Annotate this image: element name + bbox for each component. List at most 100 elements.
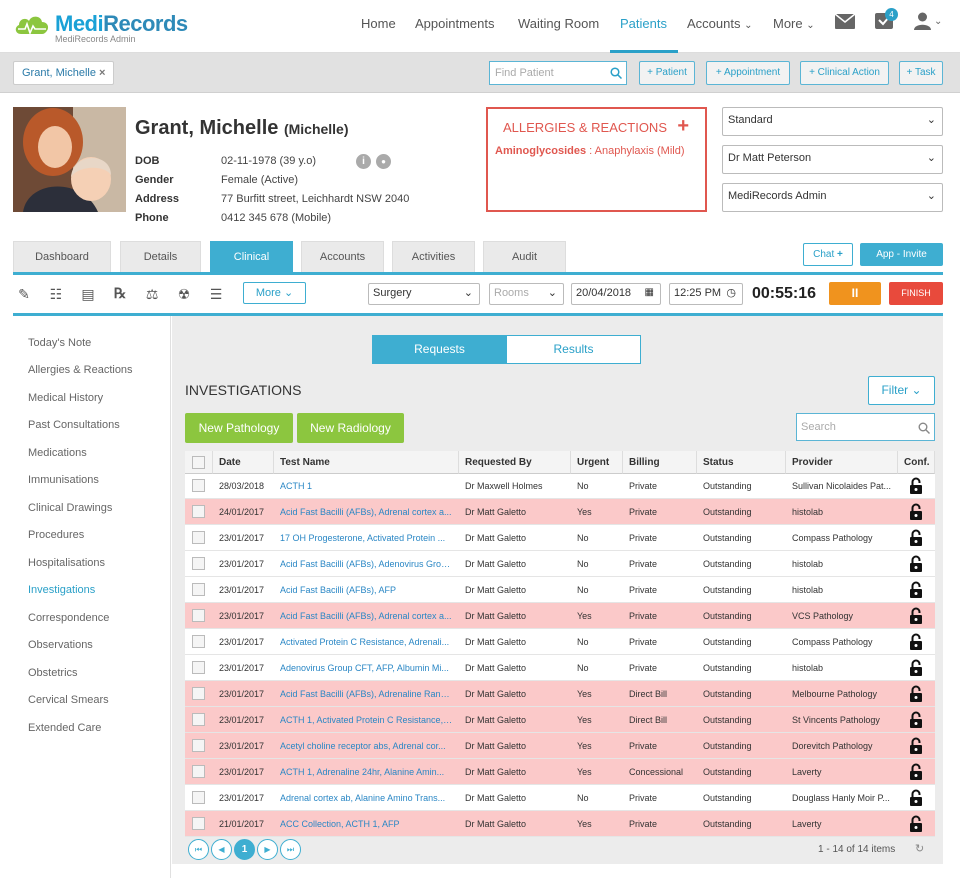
sidenav-obstetrics[interactable]: Obstetrics <box>28 667 78 679</box>
row-checkbox[interactable] <box>192 765 205 778</box>
tab-details[interactable]: Details <box>120 241 201 272</box>
sidenav-investigations[interactable]: Investigations <box>28 584 95 596</box>
table-row[interactable]: 23/01/2017 Acid Fast Bacilli (AFBs), Adre… <box>185 603 935 629</box>
table-row[interactable]: 23/01/2017 Adenovirus Group CFT, AFP, Alb… <box>185 655 935 681</box>
info-icon[interactable]: i <box>356 154 371 169</box>
cell-test-name[interactable]: ACTH 1, Adrenaline 24hr, Alanine Amin... <box>274 759 459 785</box>
sidenav-correspondence[interactable]: Correspondence <box>28 612 109 624</box>
find-patient-input[interactable]: Find Patient <box>489 61 627 85</box>
prescription-icon[interactable]: ℞ <box>111 285 129 303</box>
practice-select[interactable]: MediRecords Admin ⌄ <box>722 183 943 212</box>
table-row[interactable]: 23/01/2017 Acid Fast Bacilli (AFBs), AFP D… <box>185 577 935 603</box>
sidenav-todays-note[interactable]: Today's Note <box>28 337 91 349</box>
lock-icon[interactable] <box>909 581 923 598</box>
patient-chip[interactable]: Grant, Michelle × <box>13 61 115 85</box>
lock-icon[interactable] <box>909 737 923 754</box>
time-input[interactable]: 12:25 PM ◷ <box>669 283 743 305</box>
column-date[interactable]: Date <box>213 451 274 474</box>
cell-test-name[interactable]: Activated Protein C Resistance, Adrenali… <box>274 629 459 655</box>
requests-toggle[interactable]: Requests <box>372 335 507 364</box>
last-page-button[interactable]: ⏭ <box>280 839 301 860</box>
sidenav-hospitalisations[interactable]: Hospitalisations <box>28 557 105 569</box>
cell-test-name[interactable]: Acetyl choline receptor abs, Adrenal cor… <box>274 733 459 759</box>
column-provider[interactable]: Provider <box>786 451 898 474</box>
lock-icon[interactable] <box>909 529 923 546</box>
radiology-icon[interactable]: ☢ <box>175 285 193 303</box>
results-toggle[interactable]: Results <box>506 335 641 364</box>
pause-button[interactable]: II <box>829 282 881 305</box>
cell-test-name[interactable]: Acid Fast Bacilli (AFBs), Adrenal cortex… <box>274 499 459 525</box>
column-status[interactable]: Status <box>697 451 786 474</box>
tab-clinical[interactable]: Clinical <box>210 241 293 272</box>
add-patient-button[interactable]: + Patient <box>639 61 695 85</box>
sidenav-procedures[interactable]: Procedures <box>28 529 84 541</box>
add-task-button[interactable]: + Task <box>899 61 943 85</box>
lock-icon[interactable] <box>909 789 923 806</box>
page-button[interactable]: 1 <box>234 839 255 860</box>
sidenav-extended-care[interactable]: Extended Care <box>28 722 101 734</box>
doctor-select[interactable]: Dr Matt Peterson ⌄ <box>722 145 943 174</box>
row-checkbox[interactable] <box>192 713 205 726</box>
cell-test-name[interactable]: Adrenal cortex ab, Alanine Amino Trans..… <box>274 785 459 811</box>
medirecords-logo[interactable]: MediRecords MediRecords Admin <box>13 9 188 45</box>
tab-activities[interactable]: Activities <box>392 241 475 272</box>
lock-icon[interactable] <box>909 685 923 702</box>
row-checkbox[interactable] <box>192 817 205 830</box>
table-row[interactable]: 28/03/2018 ACTH 1 Dr Maxwell Holmes No Priva… <box>185 473 935 499</box>
lock-icon[interactable] <box>909 503 923 520</box>
user-icon[interactable] <box>914 12 931 30</box>
sidenav-immunisations[interactable]: Immunisations <box>28 474 99 486</box>
layers-icon[interactable]: ☰ <box>207 285 225 303</box>
cell-test-name[interactable]: ACTH 1 <box>274 473 459 499</box>
next-page-button[interactable]: ▶ <box>257 839 278 860</box>
report-icon[interactable]: ▤ <box>79 285 97 303</box>
clock-icon[interactable]: ◷ <box>726 286 736 299</box>
close-icon[interactable]: × <box>99 67 105 79</box>
table-row[interactable]: 23/01/2017 Adrenal cortex ab, Alanine Ami… <box>185 785 935 811</box>
table-row[interactable]: 23/01/2017 Acetyl choline receptor abs, A… <box>185 733 935 759</box>
add-clinical-action-button[interactable]: + Clinical Action <box>800 61 889 85</box>
lock-icon[interactable] <box>909 711 923 728</box>
cell-test-name[interactable]: 17 OH Progesterone, Activated Protein ..… <box>274 525 459 551</box>
filter-button[interactable]: Filter ⌄ <box>868 376 935 405</box>
sidenav-clinical-drawings[interactable]: Clinical Drawings <box>28 502 112 514</box>
sidenav-medications[interactable]: Medications <box>28 447 87 459</box>
tab-audit[interactable]: Audit <box>483 241 566 272</box>
table-row[interactable]: 23/01/2017 17 OH Progesterone, Activated … <box>185 525 935 551</box>
finish-button[interactable]: FINISH <box>889 282 943 305</box>
lab-flask-icon[interactable]: ⚖ <box>143 285 161 303</box>
new-radiology-button[interactable]: New Radiology <box>297 413 404 443</box>
select-all-checkbox[interactable] <box>192 456 205 469</box>
lock-icon[interactable] <box>909 607 923 624</box>
notes-icon[interactable]: ✎ <box>15 285 33 303</box>
tab-accounts[interactable]: Accounts <box>301 241 384 272</box>
cell-test-name[interactable]: ACC Collection, ACTH 1, AFP <box>274 811 459 837</box>
column-urgent[interactable]: Urgent <box>571 451 623 474</box>
row-checkbox[interactable] <box>192 739 205 752</box>
lock-icon[interactable] <box>909 659 923 676</box>
table-row[interactable]: 23/01/2017 Acid Fast Bacilli (AFBs), Adre… <box>185 681 935 707</box>
link-icon[interactable]: ● <box>376 154 391 169</box>
cell-test-name[interactable]: Acid Fast Bacilli (AFBs), Adrenal cortex… <box>274 603 459 629</box>
nav-home[interactable]: Home <box>361 16 396 31</box>
cell-test-name[interactable]: Acid Fast Bacilli (AFBs), AFP <box>274 577 459 603</box>
table-row[interactable]: 23/01/2017 Activated Protein C Resistance… <box>185 629 935 655</box>
nav-more[interactable]: More ⌄ <box>773 16 815 31</box>
location-select[interactable]: Surgery ⌄ <box>368 283 480 305</box>
row-checkbox[interactable] <box>192 479 205 492</box>
column-billing[interactable]: Billing <box>623 451 697 474</box>
new-pathology-button[interactable]: New Pathology <box>185 413 293 443</box>
lock-icon[interactable] <box>909 555 923 572</box>
document-icon[interactable]: ☷ <box>47 285 65 303</box>
refresh-icon[interactable]: ↻ <box>915 842 924 855</box>
lock-icon[interactable] <box>909 763 923 780</box>
sidenav-observations[interactable]: Observations <box>28 639 93 651</box>
cell-test-name[interactable]: Acid Fast Bacilli (AFBs), Adrenaline Ran… <box>274 681 459 707</box>
sidenav-past-consultations[interactable]: Past Consultations <box>28 419 120 431</box>
lock-icon[interactable] <box>909 477 923 494</box>
prev-page-button[interactable]: ◀ <box>211 839 232 860</box>
tab-dashboard[interactable]: Dashboard <box>13 241 111 272</box>
rooms-select[interactable]: Rooms ⌄ <box>489 283 564 305</box>
row-checkbox[interactable] <box>192 531 205 544</box>
mail-icon[interactable] <box>835 14 855 29</box>
